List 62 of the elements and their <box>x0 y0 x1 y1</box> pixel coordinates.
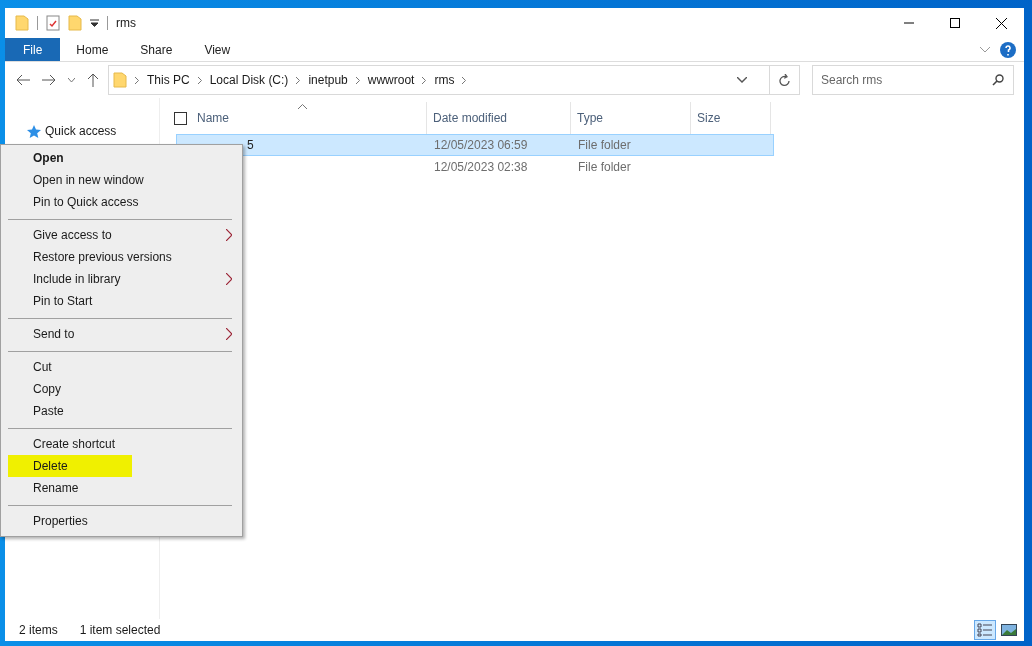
breadcrumb[interactable]: This PC <box>147 73 190 87</box>
folder-icon <box>113 72 127 88</box>
column-header[interactable]: Size <box>697 111 721 125</box>
refresh-button[interactable] <box>770 65 800 95</box>
breadcrumb[interactable]: Local Disk (C:) <box>209 73 289 87</box>
menu-item[interactable]: Create shortcut <box>8 433 232 455</box>
address-bar[interactable]: This PC Local Disk (C:) inetpub wwwroot rms <box>108 65 770 95</box>
breadcrumb[interactable]: rms <box>434 73 455 87</box>
chevron-icon <box>355 76 360 84</box>
search-field[interactable]: Search rms <box>812 65 1014 95</box>
breadcrumb[interactable]: inetpub <box>308 73 348 87</box>
folder-icon <box>15 15 29 31</box>
ribbon-tab[interactable]: Share <box>124 38 189 61</box>
menu-item[interactable]: Copy <box>8 378 232 400</box>
properties-icon[interactable] <box>46 15 60 31</box>
chevron-icon <box>135 76 139 84</box>
menu-item[interactable]: Rename <box>8 477 232 499</box>
nav-item[interactable]: Quick access <box>27 124 159 138</box>
menu-item[interactable]: Cut <box>8 356 232 378</box>
checkbox[interactable] <box>174 111 187 125</box>
menu-item[interactable]: Delete <box>8 455 132 477</box>
menu-item[interactable]: Restore previous versions <box>8 246 232 268</box>
recent-locations-button[interactable] <box>65 77 78 83</box>
menu-item[interactable]: Properties <box>8 510 232 532</box>
sort-icon <box>298 104 307 109</box>
refresh-icon <box>778 73 791 87</box>
chevron-icon <box>296 76 301 84</box>
file-row[interactable]: 5 12/05/2023 06:59 File folder <box>176 134 774 156</box>
chevron-icon <box>197 76 202 84</box>
search-icon <box>992 74 1004 86</box>
column-header[interactable]: Name <box>197 111 229 125</box>
menu-item[interactable]: Pin to Start <box>8 290 232 312</box>
menu-item[interactable]: Send to <box>8 323 232 345</box>
status-text: 1 item selected <box>79 623 161 637</box>
details-view-button[interactable] <box>974 620 996 640</box>
table-cell: 12/05/2023 06:59 <box>434 138 528 152</box>
table-cell: File folder <box>578 138 631 152</box>
menu-item[interactable]: Open in new window <box>8 169 232 191</box>
ribbon-tab[interactable]: View <box>188 38 247 61</box>
file-tab[interactable]: File <box>5 38 61 61</box>
help-icon[interactable] <box>1000 41 1016 58</box>
expand-ribbon-icon[interactable] <box>980 46 990 53</box>
ribbon-tab[interactable]: Home <box>60 38 125 61</box>
menu-item[interactable]: Include in library <box>8 268 232 290</box>
table-cell: File folder <box>578 160 631 174</box>
dropdown-icon[interactable] <box>737 77 747 83</box>
star-icon <box>27 124 41 138</box>
menu-item[interactable]: Pin to Quick access <box>8 191 232 213</box>
column-header[interactable]: Type <box>577 111 603 125</box>
table-cell: 12/05/2023 02:38 <box>434 160 528 174</box>
close-icon[interactable] <box>995 17 1007 29</box>
column-header[interactable]: Date modified <box>433 111 508 125</box>
table-cell: 5 <box>247 138 254 152</box>
dropdown-icon[interactable] <box>90 19 99 27</box>
maximize-icon[interactable] <box>950 18 960 28</box>
chevron-icon <box>462 76 467 84</box>
menu-item[interactable]: Paste <box>8 400 232 422</box>
menu-item[interactable]: Give access to <box>8 224 232 246</box>
window-title: rms <box>116 16 136 30</box>
status-text: 2 items <box>19 623 58 637</box>
breadcrumb[interactable]: wwwroot <box>367 73 415 87</box>
chevron-icon <box>422 76 427 84</box>
